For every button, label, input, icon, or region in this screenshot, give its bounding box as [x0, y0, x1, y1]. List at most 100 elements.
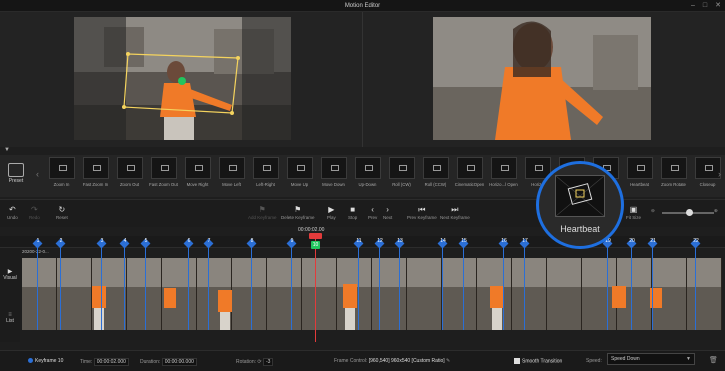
reset-button[interactable]: ↻ Reset — [56, 204, 68, 220]
track-label: 20200-22-0... — [22, 249, 49, 254]
heartbeat-thumbnail — [555, 175, 605, 217]
preset-fast-zoom-in[interactable]: Fast Zoom In — [79, 157, 112, 195]
keyframe-line — [37, 248, 38, 330]
keyframe-line — [399, 248, 400, 330]
play-button[interactable]: ▶ Play — [327, 204, 336, 220]
keyframe-line — [652, 248, 653, 330]
preset-heartbeat[interactable]: Heartbeat — [623, 157, 656, 195]
collapse-arrow-icon[interactable]: ▼ — [4, 147, 10, 153]
stop-button[interactable]: ■ Stop — [348, 204, 357, 220]
preset-move-up[interactable]: Move Up — [283, 157, 316, 195]
maximize-button[interactable]: □ — [703, 0, 707, 12]
zoom-slider-knob[interactable] — [686, 209, 693, 216]
prev-keyframe-button[interactable]: ⏮ Prev Keyframe — [407, 204, 437, 220]
fit-size-icon: ▣ — [629, 205, 638, 214]
keyframe-line — [251, 248, 252, 330]
source-preview[interactable] — [74, 17, 291, 140]
next-button[interactable]: › Next — [383, 204, 392, 220]
tab-visual[interactable]: ▶ Visual — [0, 268, 20, 281]
keyframe-line — [145, 248, 146, 330]
trash-icon[interactable]: 🗑 — [709, 356, 718, 364]
undo-button[interactable]: ↶ Undo — [7, 204, 18, 220]
keyframe-number: 5 — [144, 238, 148, 244]
preset-icon — [8, 163, 24, 177]
keyframe-line — [607, 248, 608, 330]
preset-cinematic-open[interactable]: CinematicOpen — [453, 157, 486, 195]
current-keyframe-marker[interactable]: 10 — [311, 241, 320, 249]
scroll-right-icon[interactable]: › — [718, 169, 721, 179]
preset-zoom-rotate[interactable]: Zoom Rotate — [657, 157, 690, 195]
preset-move-right[interactable]: Move Right — [181, 157, 214, 195]
minimize-button[interactable]: – — [691, 0, 695, 12]
zoom-in-icon[interactable]: ⊕ — [714, 208, 718, 214]
rotation-icon: ⟳ — [257, 359, 262, 365]
edit-icon[interactable]: ✎ — [446, 358, 450, 364]
preset-move-left[interactable]: Move Left — [215, 157, 248, 195]
tab-list[interactable]: ≡ List — [0, 312, 20, 324]
duration-field: Duration: 00:00:00.000 — [140, 358, 197, 366]
smooth-transition-checkbox[interactable]: Smooth Transition — [514, 358, 562, 364]
duration-input[interactable]: 00:00:00.000 — [161, 358, 197, 366]
prev-icon: ‹ — [371, 205, 374, 214]
keyframe-number: 4 — [123, 238, 127, 244]
window-controls: – □ ✕ — [691, 0, 721, 12]
preset-zoom-out[interactable]: Zoom Out — [113, 157, 146, 195]
preset-left-right[interactable]: Left-Right — [249, 157, 282, 195]
preset-roll-cw[interactable]: Roll (CW) — [385, 157, 418, 195]
prev-button[interactable]: ‹ Prev — [368, 204, 377, 220]
preset-roll-ccw[interactable]: Roll (CCW) — [419, 157, 452, 195]
keyframe-number: 11 — [356, 238, 362, 244]
preview-area — [0, 12, 725, 147]
play-icon: ▶ — [328, 205, 335, 214]
heartbeat-callout: Heartbeat — [536, 161, 624, 249]
time-input[interactable]: 00:00:02.000 — [93, 358, 129, 366]
preset-button[interactable]: Preset — [3, 159, 29, 193]
next-keyframe-button[interactable]: ⏭ Next Keyframe — [440, 204, 470, 220]
reset-icon: ↻ — [58, 205, 66, 214]
keyframe-line — [524, 248, 525, 330]
preset-fast-zoom-out[interactable]: Fast Zoom Out — [147, 157, 180, 195]
keyframe-number: 12 — [377, 238, 383, 244]
keyframe-line — [124, 248, 125, 330]
keyframe-number: 13 — [397, 238, 403, 244]
frame-control-value[interactable]: [960,540] 960x540 [Custom Ratio] — [369, 358, 445, 364]
playhead-handle[interactable] — [309, 233, 322, 239]
keyframe-dot-icon — [28, 358, 33, 364]
add-keyframe-button[interactable]: ⚑ Add Keyframe — [248, 204, 277, 220]
keyframe-number: 9 — [290, 238, 294, 244]
fit-size-button[interactable]: ▣ Fit Size — [626, 204, 641, 220]
keyframe-indicator: Keyframe 10 — [28, 358, 63, 364]
frame-control-field: Frame Control: [960,540] 960x540 [Custom… — [334, 358, 451, 364]
redo-button[interactable]: ↷ Redo — [29, 204, 40, 220]
zoom-out-icon[interactable]: ⊖ — [651, 208, 655, 214]
keyframe-line — [503, 248, 504, 330]
keyframe-line — [291, 248, 292, 330]
chevron-down-icon: ▼ — [686, 356, 691, 362]
delete-keyframe-icon: ⚑ — [294, 205, 302, 214]
delete-keyframe-button[interactable]: ⚑ Delete Keyframe — [281, 204, 315, 220]
preset-up-down[interactable]: Up-Down — [351, 157, 384, 195]
keyframe-line — [101, 248, 102, 330]
keyframe-number: 20 — [629, 238, 635, 244]
preset-move-down[interactable]: Move Down — [317, 157, 350, 195]
close-button[interactable]: ✕ — [715, 0, 721, 12]
window-title: Motion Editor — [344, 3, 381, 9]
keyframe-number: 1 — [36, 238, 40, 244]
prev-keyframe-icon: ⏮ — [418, 205, 426, 214]
rotation-input[interactable]: -3 — [263, 358, 274, 366]
keyframe-number: 22 — [693, 238, 699, 244]
title-bar: Motion Editor – □ ✕ — [0, 0, 725, 12]
next-keyframe-icon: ⏭ — [451, 205, 459, 214]
speed-label: Speed: — [586, 358, 602, 364]
scroll-left-icon[interactable]: ‹ — [36, 169, 39, 179]
keyframe-line — [695, 248, 696, 330]
keyframe-number: 6 — [187, 238, 191, 244]
speed-dropdown[interactable]: Speed Down ▼ — [607, 353, 695, 365]
keyframe-line — [208, 248, 209, 330]
preset-zoom-in[interactable]: Zoom In — [45, 157, 78, 195]
undo-icon: ↶ — [9, 205, 16, 214]
preset-horizontal-open[interactable]: Horizo...l Open — [487, 157, 520, 195]
playhead[interactable] — [315, 236, 316, 342]
keyframe-line — [358, 248, 359, 330]
video-track[interactable] — [22, 258, 722, 330]
